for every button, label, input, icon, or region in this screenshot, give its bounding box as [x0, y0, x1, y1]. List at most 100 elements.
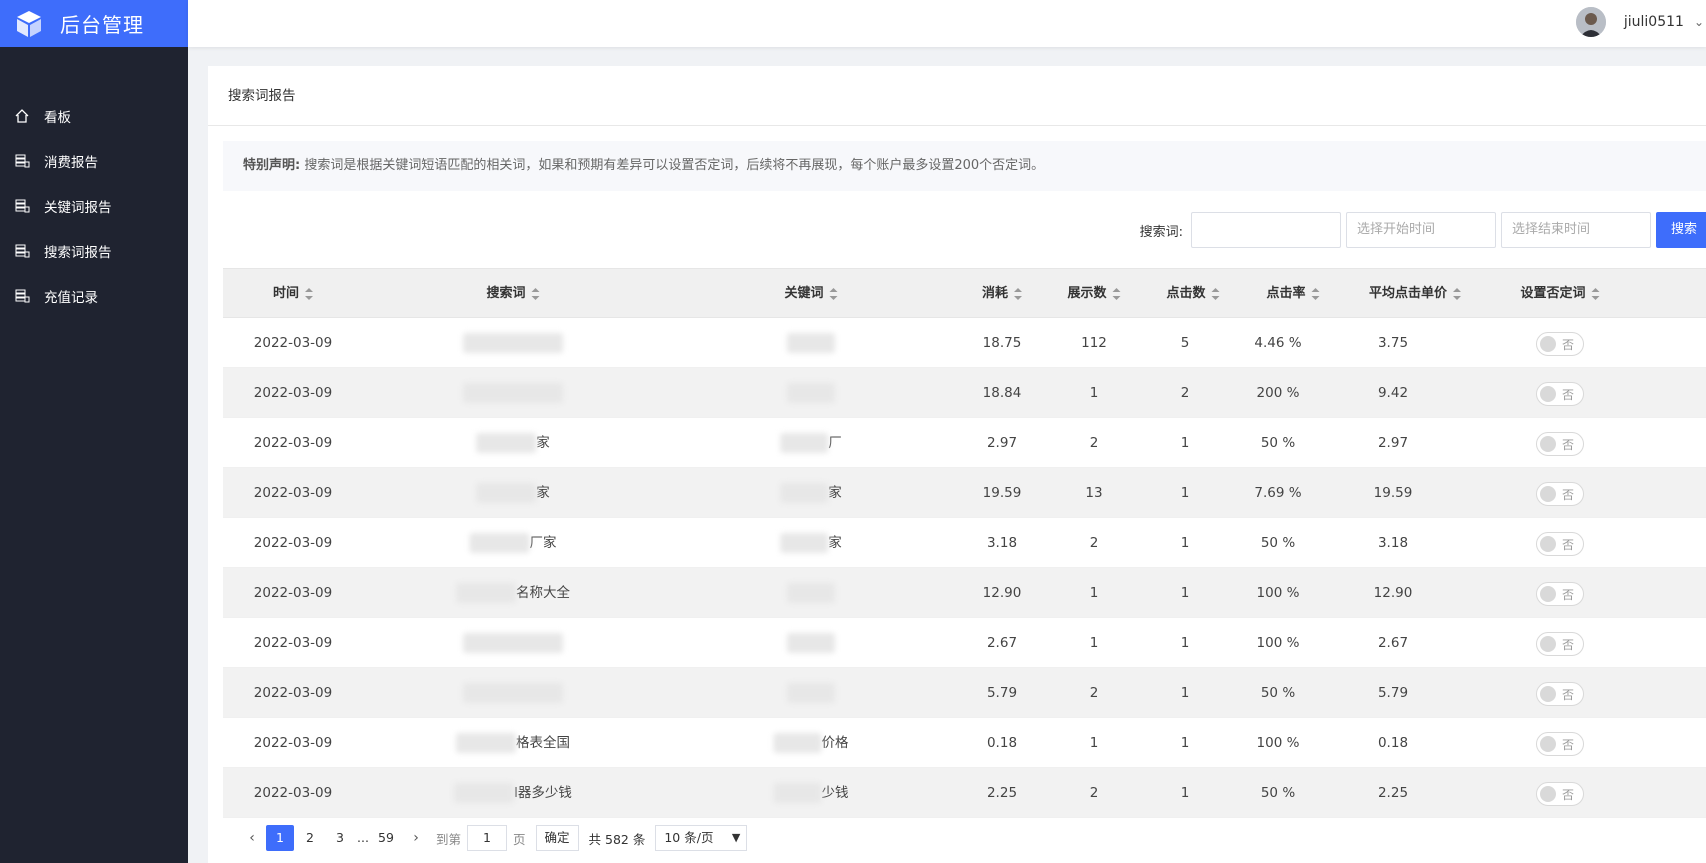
sort-icon[interactable]	[1453, 287, 1462, 300]
negative-keyword-toggle[interactable]: 否	[1536, 382, 1584, 406]
redacted-block	[476, 433, 537, 453]
sidebar-menu: 看板 消费报告 关键词报告 搜索词报告 充值记录	[0, 93, 188, 318]
sort-icon[interactable]	[305, 287, 314, 300]
negative-keyword-toggle[interactable]: 否	[1536, 332, 1584, 356]
cell-date: 2022-03-09	[253, 335, 333, 351]
column-header-impressions[interactable]: 展示数	[1067, 269, 1121, 319]
goto-confirm-button[interactable]: 确定	[535, 825, 579, 851]
cell-date: 2022-03-09	[253, 735, 333, 751]
cell-search-term: 格表全国	[456, 718, 570, 768]
cell-clicks: 1	[1180, 485, 1190, 501]
page-button-2[interactable]: 2	[296, 825, 324, 851]
cell-impressions: 2	[1089, 685, 1099, 701]
search-term-input[interactable]	[1191, 212, 1341, 248]
prev-page-icon[interactable]: ‹	[238, 825, 266, 851]
page-button-1[interactable]: 1	[266, 825, 294, 851]
sidebar-item-search-term-report[interactable]: 搜索词报告	[0, 228, 188, 273]
negative-keyword-toggle[interactable]: 否	[1536, 432, 1584, 456]
cell-impressions: 1	[1089, 635, 1099, 651]
sort-icon[interactable]	[1591, 287, 1600, 300]
redacted-block	[787, 683, 835, 703]
cube-logo-icon	[17, 10, 41, 37]
column-header-ctr[interactable]: 点击率	[1266, 269, 1320, 319]
column-header-search-term[interactable]: 搜索词	[486, 269, 540, 319]
column-header-avg-cpc[interactable]: 平均点击单价	[1369, 269, 1462, 319]
content-card: 搜索词报告 特别声明: 搜索词是根据关键词短语匹配的相关词，如果和预期有差异可以…	[208, 66, 1706, 863]
cell-cost: 19.59	[982, 485, 1022, 501]
user-menu[interactable]: jiuli0511 ⌄	[1575, 7, 1706, 37]
sidebar-item-dashboard[interactable]: 看板	[0, 93, 188, 138]
column-header-negative-keyword[interactable]: 设置否定词	[1520, 269, 1600, 319]
search-button[interactable]: 搜索	[1656, 212, 1706, 248]
cell-cost: 3.18	[986, 535, 1018, 551]
cell-date: 2022-03-09	[253, 635, 333, 651]
negative-keyword-toggle[interactable]: 否	[1536, 682, 1584, 706]
sidebar-item-label: 看板	[44, 109, 71, 126]
redacted-block	[773, 733, 822, 753]
page-button-3[interactable]: 3	[326, 825, 354, 851]
toggle-label: 否	[1562, 387, 1575, 402]
redacted-block	[780, 433, 829, 453]
sort-icon[interactable]	[829, 287, 838, 300]
column-header-date[interactable]: 时间	[273, 269, 314, 319]
column-header-keyword[interactable]: 关键词	[784, 269, 838, 319]
table-row: 2022-03-09 18.75 112 5 4.46 % 3.75 否	[223, 318, 1706, 368]
chevron-down-icon: ▼	[731, 831, 741, 844]
column-header-clicks[interactable]: 点击数	[1166, 269, 1220, 319]
search-term-label: 搜索词:	[1139, 224, 1183, 240]
table-row: 2022-03-09 2.97 2 1 50 % 2.97 家 厂 否	[223, 418, 1706, 468]
redacted-block	[780, 533, 829, 553]
cell-ctr: 50 %	[1260, 685, 1296, 701]
toggle-knob	[1540, 486, 1556, 502]
negative-keyword-toggle[interactable]: 否	[1536, 782, 1584, 806]
cell-ctr: 50 %	[1260, 785, 1296, 801]
sort-icon[interactable]	[1311, 287, 1320, 300]
notice-banner: 特别声明: 搜索词是根据关键词短语匹配的相关词，如果和预期有差异可以设置否定词，…	[223, 141, 1706, 191]
sort-icon[interactable]	[1014, 287, 1023, 300]
table-body: 2022-03-09 18.75 112 5 4.46 % 3.75 否 2022-03-09…	[223, 318, 1706, 818]
redacted-block	[463, 383, 563, 403]
cell-search-term: 家	[476, 418, 550, 468]
next-page-icon[interactable]: ›	[402, 825, 430, 851]
cell-clicks: 1	[1180, 785, 1190, 801]
cell-avg-cpc: 19.59	[1373, 485, 1413, 501]
column-header-cost[interactable]: 消耗	[982, 269, 1023, 319]
sort-icon[interactable]	[531, 287, 540, 300]
cell-impressions: 2	[1089, 785, 1099, 801]
page-button-59[interactable]: 59	[372, 825, 400, 851]
cell-keyword	[787, 568, 835, 618]
database-icon	[15, 154, 30, 167]
sidebar-item-keyword-report[interactable]: 关键词报告	[0, 183, 188, 228]
negative-keyword-toggle[interactable]: 否	[1536, 482, 1584, 506]
user-avatar-icon	[1575, 7, 1606, 37]
cell-avg-cpc: 5.79	[1377, 685, 1409, 701]
toggle-knob	[1540, 786, 1556, 802]
cell-cost: 2.97	[986, 435, 1018, 451]
goto-label: 到第	[436, 831, 462, 847]
logo[interactable]: 后台管理	[0, 0, 188, 47]
goto-page-input[interactable]: 1	[467, 825, 508, 851]
cell-search-term	[463, 368, 563, 418]
sort-icon[interactable]	[1112, 287, 1121, 300]
end-date-input[interactable]: 选择结束时间	[1501, 212, 1651, 248]
cell-search-term: 厂家	[469, 518, 557, 568]
negative-keyword-toggle[interactable]: 否	[1536, 632, 1584, 656]
notice-label: 特别声明:	[243, 158, 301, 173]
chevron-down-icon[interactable]: ⌄	[1694, 15, 1704, 29]
avatar[interactable]	[1575, 7, 1606, 37]
cell-impressions: 2	[1089, 435, 1099, 451]
negative-keyword-toggle[interactable]: 否	[1536, 532, 1584, 556]
sidebar-item-recharge-records[interactable]: 充值记录	[0, 273, 188, 318]
start-date-input[interactable]: 选择开始时间	[1346, 212, 1496, 248]
cell-impressions: 2	[1089, 535, 1099, 551]
username[interactable]: jiuli0511	[1624, 14, 1684, 30]
sort-icon[interactable]	[1211, 287, 1220, 300]
cell-avg-cpc: 2.67	[1377, 635, 1409, 651]
sidebar-item-spend-report[interactable]: 消费报告	[0, 138, 188, 183]
page-size-select[interactable]: 10 条/页 ▼	[655, 825, 748, 851]
toggle-label: 否	[1562, 687, 1575, 702]
cell-ctr: 4.46 %	[1254, 335, 1302, 351]
negative-keyword-toggle[interactable]: 否	[1536, 732, 1584, 756]
cell-date: 2022-03-09	[253, 485, 333, 501]
negative-keyword-toggle[interactable]: 否	[1536, 582, 1584, 606]
